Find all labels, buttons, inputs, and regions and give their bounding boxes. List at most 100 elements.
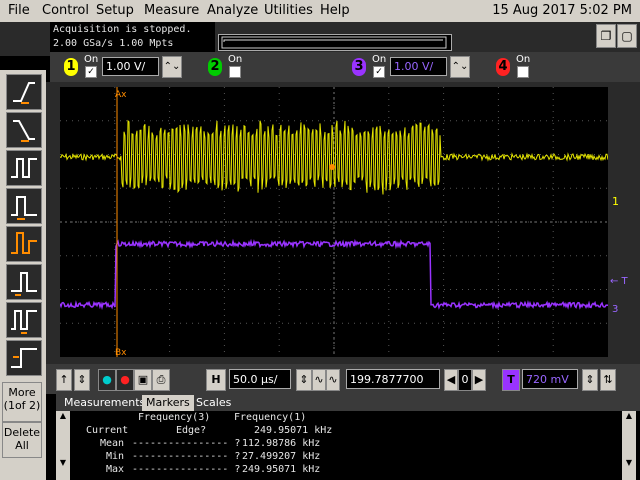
trigger-slope-icon[interactable]: ⇅ <box>600 369 616 391</box>
trigger-level-marker: ← T <box>610 276 628 287</box>
ch1-scale-spinner[interactable]: ⌃⌄ <box>162 56 182 78</box>
meas-edge-label: Edge? <box>176 425 207 436</box>
screenshot-icon[interactable]: ▣ <box>134 369 152 391</box>
trigger-point-marker <box>329 164 335 170</box>
meas-row-min-ch3: ---------------- ? <box>132 451 241 462</box>
meas-row-max-label: Max <box>106 464 125 475</box>
rising-edge-trigger-icon[interactable] <box>6 74 42 110</box>
channel-3-button[interactable]: 3 <box>352 58 366 76</box>
meas-row-min-value: 27.499207 kHz <box>242 451 321 462</box>
ch1-ground-marker: 1 <box>612 195 619 208</box>
menu-help[interactable]: Help <box>320 3 350 18</box>
wave-alt-icon[interactable]: ∿ <box>326 369 340 391</box>
meas-row-max-ch3: ---------------- ? <box>132 464 241 475</box>
meas-header-ch1: Frequency(1) <box>234 412 307 423</box>
ch3-on-checkbox[interactable]: ✓ <box>373 66 385 78</box>
scroll-right-down-icon[interactable]: ▼ <box>622 458 636 467</box>
edge-transition-trigger-icon[interactable] <box>6 150 42 186</box>
menu-file[interactable]: File <box>8 3 30 18</box>
delay-left-icon[interactable]: ◀ <box>444 369 458 391</box>
ch2-on-label: On <box>228 54 243 65</box>
print-icon[interactable]: ⎙ <box>152 369 170 391</box>
horizontal-controls: ↑ ⇕ ● ● ▣ ⎙ H 50.0 µs/ ⇕ ∿ ∿ 199.7877700… <box>46 364 640 406</box>
runt-trigger-icon[interactable] <box>6 226 42 262</box>
ch1-scale-field[interactable]: 1.00 V/ <box>102 57 159 76</box>
time-spinner[interactable]: ⇕ <box>296 369 312 391</box>
tab-scales[interactable]: Scales <box>192 395 235 411</box>
meas-row-mean-value: 112.98786 kHz <box>242 438 321 449</box>
glitch-trigger-icon[interactable] <box>6 264 42 300</box>
scroll-up-icon[interactable]: ▲ <box>56 411 70 420</box>
trigger-panel: More (1of 2) Delete All <box>0 70 46 480</box>
menu-bar: File Control Setup Measure Analyze Utili… <box>0 0 640 23</box>
meas-row-max-value: 249.95071 kHz <box>242 464 321 475</box>
ch4-on-label: On <box>516 54 531 65</box>
meas-row-mean-ch3: ---------------- ? <box>132 438 241 449</box>
timeout-trigger-icon[interactable] <box>6 302 42 338</box>
trigger-level-field[interactable]: 720 mV <box>522 369 578 389</box>
pulse-width-trigger-icon[interactable] <box>6 188 42 224</box>
meas-row-mean-label: Mean <box>100 438 125 449</box>
scroll-right-up-icon[interactable]: ▲ <box>622 411 636 420</box>
setup-hold-trigger-icon[interactable] <box>6 340 42 376</box>
menu-measure[interactable]: Measure <box>144 3 199 18</box>
menu-setup[interactable]: Setup <box>96 3 134 18</box>
cursor-top-marker: Ax <box>115 90 127 100</box>
record-icon[interactable]: ● <box>116 369 134 391</box>
falling-edge-trigger-icon[interactable] <box>6 112 42 148</box>
more-sublabel: (1of 2) <box>3 399 41 412</box>
ch2-on-checkbox[interactable] <box>229 66 241 78</box>
menu-control[interactable]: Control <box>42 3 89 18</box>
ch3-ground-marker: 3 <box>612 304 619 315</box>
trigger-level-spinner[interactable]: ⇕ <box>582 369 598 391</box>
delay-field[interactable]: 199.7877700 µs <box>346 369 440 406</box>
scroll-down-icon[interactable]: ▼ <box>56 458 70 467</box>
menu-utilities[interactable]: Utilities <box>264 3 313 18</box>
tab-measurements[interactable]: Measurements <box>60 395 149 411</box>
tab-markers[interactable]: Markers <box>142 395 194 411</box>
delete-label: Delete <box>3 426 41 439</box>
ch1-on-checkbox[interactable]: ✓ <box>85 66 97 78</box>
measurement-scrollbar-left[interactable]: ▲ ▼ <box>56 411 70 480</box>
datetime: 15 Aug 2017 5:02 PM <box>492 3 632 18</box>
meas-header-ch3: Frequency(3) <box>138 412 211 423</box>
acquisition-status: Acquisition is stopped. 2.00 GSa/s 1.00 … <box>50 22 215 52</box>
meas-row-current-value: 249.95071 kHz <box>254 425 333 436</box>
ch3-scale-spinner[interactable]: ⌃⌄ <box>450 56 470 78</box>
waveform-canvas: Ax Bx <box>59 87 609 358</box>
channel-4-button[interactable]: 4 <box>496 58 510 76</box>
wave-icon[interactable]: ∿ <box>312 369 326 391</box>
tab-bar: Measurements Markers Scales <box>56 394 640 411</box>
time-per-div-field[interactable]: 50.0 µs/ <box>229 369 291 389</box>
ch1-on-label: On <box>84 54 99 65</box>
delete-all-button[interactable]: Delete All <box>2 422 42 458</box>
restore-icon[interactable]: ❐ <box>596 24 616 48</box>
channel-1-button[interactable]: 1 <box>64 58 78 76</box>
acquisition-state: Acquisition is stopped. <box>53 24 192 35</box>
measurement-panel: Frequency(3) Frequency(1) Current Edge? … <box>56 411 640 480</box>
waveform-overview[interactable] <box>218 34 452 51</box>
cursor-bottom-marker: Bx <box>115 348 127 357</box>
delete-sublabel: All <box>15 439 29 452</box>
meas-row-current-label: Current <box>86 425 129 436</box>
delay-reference[interactable]: 0 <box>458 369 472 391</box>
maximize-icon[interactable]: ▢ <box>617 24 637 48</box>
sample-rate: 2.00 GSa/s 1.00 Mpts <box>53 38 174 49</box>
more-label: More <box>8 386 36 399</box>
waveform-display[interactable]: Ax Bx <box>59 87 609 358</box>
auto-scale-icon[interactable]: ● <box>98 369 116 391</box>
ch3-scale-field[interactable]: 1.00 V/ <box>390 57 447 76</box>
channel-2-button[interactable]: 2 <box>208 58 222 76</box>
ch4-on-checkbox[interactable] <box>517 66 529 78</box>
delay-right-icon[interactable]: ▶ <box>472 369 486 391</box>
ch3-on-label: On <box>372 54 387 65</box>
meas-row-min-label: Min <box>106 451 125 462</box>
up-arrow-button[interactable]: ↑ <box>56 369 72 391</box>
menu-analyze[interactable]: Analyze <box>207 3 258 18</box>
more-button[interactable]: More (1of 2) <box>2 382 42 422</box>
horizontal-label: H <box>206 369 226 391</box>
channel-bar: 1 On ✓ 1.00 V/ ⌃⌄ 2 On 3 On ✓ 1.00 V/ ⌃⌄… <box>50 52 640 82</box>
trigger-label: T <box>502 369 520 391</box>
scroll-spinner[interactable]: ⇕ <box>74 369 90 391</box>
measurement-scrollbar-right[interactable]: ▲ ▼ <box>622 411 636 480</box>
